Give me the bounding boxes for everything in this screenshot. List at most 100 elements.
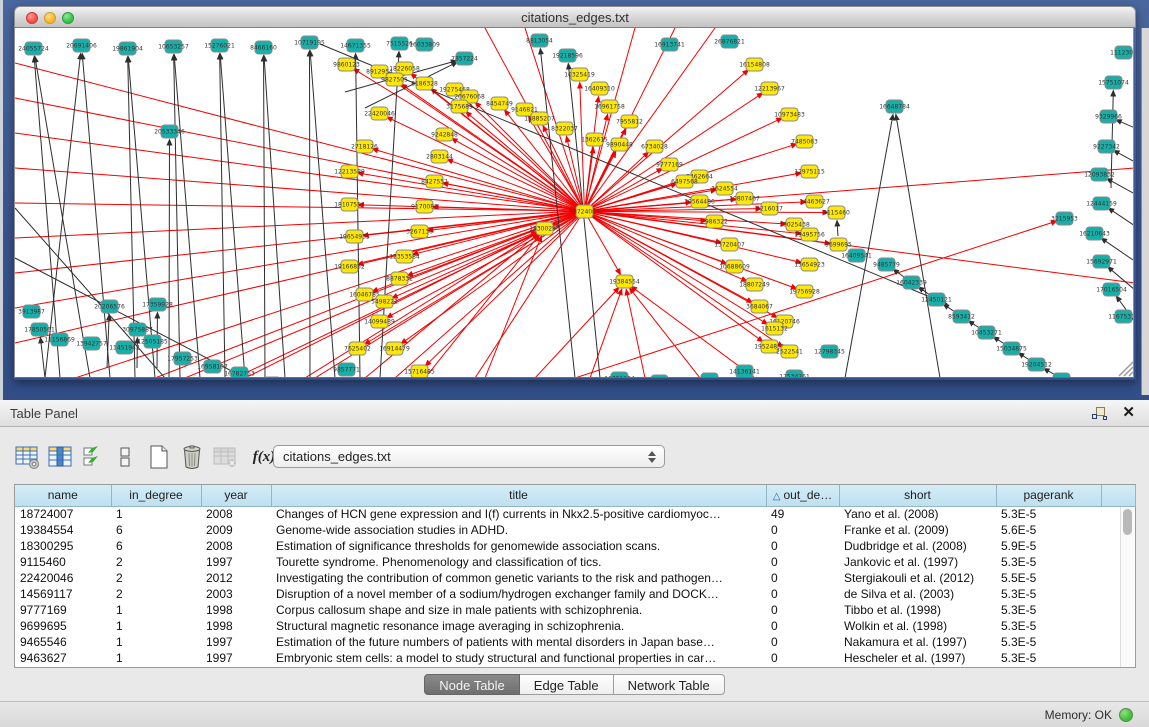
select-column-icon[interactable] xyxy=(47,444,73,470)
graph-node[interactable]: 7485063 xyxy=(791,135,818,148)
table-row[interactable]: 946362711997Embryonic stem cells: a mode… xyxy=(15,650,1135,666)
column-header-name[interactable]: name xyxy=(15,485,111,506)
graph-node[interactable]: 16033809 xyxy=(409,38,440,51)
graph-node[interactable]: 20691406 xyxy=(66,39,97,52)
graph-node[interactable]: 9245013 xyxy=(1048,373,1075,378)
graph-node[interactable]: 9777169 xyxy=(656,158,683,171)
graph-node[interactable]: 15751074 xyxy=(1098,76,1129,89)
table-row[interactable]: 1830029562008Estimation of significance … xyxy=(15,538,1135,554)
graph-node[interactable]: 3267130 xyxy=(406,225,433,238)
resize-handle[interactable] xyxy=(1129,372,1133,376)
graph-node[interactable]: 10807467 xyxy=(729,192,760,205)
table-row[interactable]: 1938455462009Genome-wide association stu… xyxy=(15,522,1135,538)
graph-node[interactable]: 12923448 xyxy=(257,377,288,378)
graph-node[interactable]: 3215953 xyxy=(1051,212,1078,225)
memory-ok-icon[interactable] xyxy=(1119,708,1133,722)
graph-node[interactable]: 9699695 xyxy=(825,238,852,251)
graph-node[interactable]: 22420046 xyxy=(364,107,395,120)
tab-edge-table[interactable]: Edge Table xyxy=(520,674,614,695)
graph-node[interactable]: 19384554 xyxy=(609,275,640,288)
table-row[interactable]: 1872400712008Changes of HCN gene express… xyxy=(15,506,1135,522)
graph-node[interactable]: 14671355 xyxy=(340,39,371,52)
graph-node[interactable]: 18203456 xyxy=(694,373,725,378)
graph-node[interactable]: 15720407 xyxy=(714,238,745,251)
graph-node[interactable]: 16648784 xyxy=(879,100,910,113)
table-row[interactable]: 911546021997Tourette syndrome. Phenomeno… xyxy=(15,554,1135,570)
column-header-pagerank[interactable]: pagerank xyxy=(996,485,1101,506)
graph-node[interactable]: 24055724 xyxy=(18,42,49,55)
graph-node[interactable]: 14463627 xyxy=(799,195,830,208)
graph-node[interactable]: 9170083 xyxy=(411,200,438,213)
graph-node[interactable]: 8427552 xyxy=(421,175,448,188)
graph-node[interactable]: 12353584 xyxy=(389,250,420,263)
graph-node[interactable]: 15034875 xyxy=(996,342,1027,355)
graph-node[interactable]: 17359928 xyxy=(142,298,173,311)
column-header-short[interactable]: short xyxy=(839,485,996,506)
graph-node[interactable]: 15276021 xyxy=(204,39,235,52)
graph-node[interactable]: 2803144 xyxy=(426,150,453,163)
graph-node[interactable]: 19204512 xyxy=(1021,358,1052,371)
graph-node[interactable]: 10453271 xyxy=(971,326,1002,339)
column-header-in_degree[interactable]: in_degree xyxy=(111,485,201,506)
graph-node[interactable]: 9227342 xyxy=(1093,140,1120,153)
graph-node[interactable]: 26876821 xyxy=(714,35,745,48)
graph-node[interactable]: 12213967 xyxy=(754,82,785,95)
graph-node[interactable]: 7955812 xyxy=(616,115,643,128)
new-table-icon[interactable] xyxy=(146,444,172,470)
table-row[interactable]: 977716911998Corpus callosum shape and si… xyxy=(15,602,1135,618)
graph-node[interactable]: 6734028 xyxy=(641,140,668,153)
graph-node[interactable]: 16210643 xyxy=(1079,227,1110,240)
graph-node[interactable]: 16791234 xyxy=(604,372,635,378)
graph-node[interactable]: 16409310 xyxy=(584,82,615,95)
graph-node[interactable]: 11451942 xyxy=(109,341,140,354)
graph-node[interactable]: 17016504 xyxy=(1096,283,1127,296)
graph-node[interactable]: 19654935 xyxy=(339,230,370,243)
graph-node[interactable]: 10927345 xyxy=(644,375,675,378)
graph-node[interactable]: 19861904 xyxy=(112,42,143,55)
column-header-out_de[interactable]: △out_de… xyxy=(766,485,839,506)
graph-node[interactable]: 14136141 xyxy=(729,365,760,378)
graph-node[interactable]: 9115460 xyxy=(823,206,850,219)
graph-node[interactable]: 1362615 xyxy=(581,133,608,146)
float-panel-icon[interactable] xyxy=(1092,406,1107,421)
graph-node[interactable]: 10653257 xyxy=(158,40,189,53)
graph-node[interactable]: 7625402 xyxy=(344,342,371,355)
graph-node[interactable]: 9242848 xyxy=(431,128,458,141)
graph-node[interactable]: 8593412 xyxy=(948,310,975,323)
column-header-title[interactable]: title xyxy=(271,485,766,506)
tab-network-table[interactable]: Network Table xyxy=(614,674,725,695)
graph-node[interactable]: 8466160 xyxy=(250,41,277,54)
graph-node[interactable]: 9485779 xyxy=(873,258,900,271)
graph-node[interactable]: 15716485 xyxy=(404,365,435,378)
graph-node[interactable]: 12798345 xyxy=(814,345,845,358)
column-header-year[interactable]: year xyxy=(201,485,271,506)
network-canvas[interactable]: 24055724 20691406 19861904 10653257 15276021… xyxy=(14,28,1134,378)
graph-node[interactable]: 15654923 xyxy=(794,258,825,271)
graph-node[interactable]: 16961758 xyxy=(594,100,625,113)
table-row[interactable]: 946554611997Estimation of the future num… xyxy=(15,634,1135,650)
graph-node[interactable]: 10719195 xyxy=(294,36,325,49)
graph-node[interactable]: 13942757 xyxy=(76,337,107,350)
close-panel-icon[interactable]: ✕ xyxy=(1122,403,1135,421)
graph-node[interactable]: 14099489 xyxy=(364,315,395,328)
graph-node[interactable]: 16154808 xyxy=(739,58,770,71)
graph-node[interactable]: 17534261 xyxy=(779,370,810,378)
delete-table-icon[interactable] xyxy=(212,444,238,470)
graph-node[interactable]: 3624554 xyxy=(711,182,738,195)
network-graph[interactable]: 24055724 20691406 19861904 10653257 15276021… xyxy=(15,28,1134,378)
graph-node[interactable]: 16782753 xyxy=(224,367,255,378)
scrollbar-thumb[interactable] xyxy=(1123,509,1132,535)
graph-node[interactable]: 19218596 xyxy=(552,49,583,62)
resize-handle[interactable] xyxy=(1124,367,1133,376)
table-settings-icon[interactable] xyxy=(14,444,40,470)
graph-node[interactable]: 18107554 xyxy=(334,198,365,211)
graph-node[interactable]: 9857771 xyxy=(333,363,360,376)
graph-node[interactable]: 8186328 xyxy=(411,77,438,90)
network-window-titlebar[interactable]: citations_edges.txt xyxy=(14,6,1136,28)
table-row[interactable]: 969969511998Structural magnetic resonanc… xyxy=(15,618,1135,634)
graph-node[interactable]: 12444159 xyxy=(1086,197,1117,210)
graph-node[interactable]: 12975115 xyxy=(794,165,825,178)
graph-node[interactable]: 15692971 xyxy=(1086,255,1117,268)
row-options-icon[interactable] xyxy=(113,444,139,470)
graph-node[interactable]: 12505185 xyxy=(137,335,168,348)
